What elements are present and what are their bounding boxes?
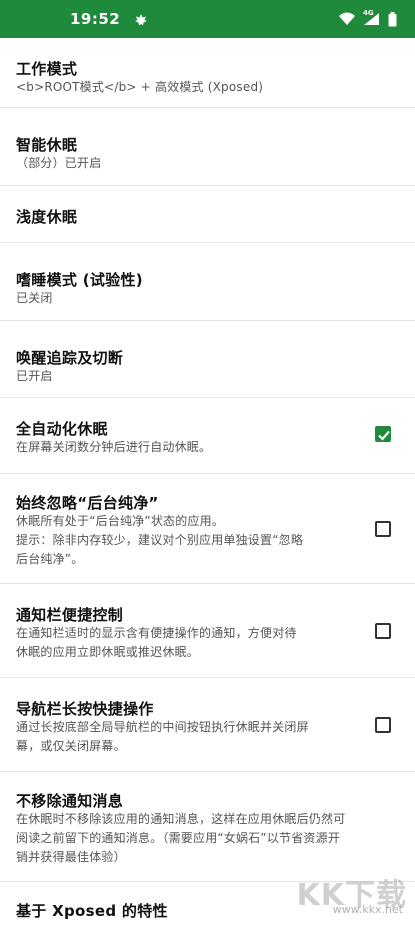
- setting-title: 智能休眠: [16, 136, 78, 154]
- setting-title: 通知栏便捷控制: [16, 606, 124, 624]
- setting-summary-line: 在通知栏适时的显示含有便捷操作的通知，方便对待: [16, 626, 297, 640]
- setting-title: 基于 Xposed 的特性: [16, 902, 168, 920]
- network-type-label: 4G: [363, 9, 374, 17]
- setting-summary: 已开启: [16, 369, 53, 383]
- setting-summary-line: 阅读之前留下的通知消息。（需要应用“女娲石”以节省资源开: [16, 831, 341, 845]
- setting-title: 浅度休眠: [16, 208, 78, 226]
- battery-icon: [388, 11, 397, 27]
- setting-title: 导航栏长按快捷操作: [16, 700, 154, 718]
- setting-summary: 已关闭: [16, 291, 53, 305]
- setting-light-hibernation[interactable]: 浅度休眠: [0, 186, 415, 243]
- setting-navbar-long-press[interactable]: 导航栏长按快捷操作 通过长按底部全局导航栏的中间按钮执行休眠并关闭屏 幕，或仅关…: [0, 678, 415, 772]
- setting-summary-line: 后台纯净”。: [16, 552, 84, 566]
- setting-summary-line: 幕，或仅关闭屏幕。: [16, 739, 126, 753]
- notification-quick-control-checkbox[interactable]: [375, 623, 391, 639]
- cellular-signal-icon: 4G: [362, 9, 382, 26]
- setting-summary-line: 提示：除非内存较少，建议对个别应用单独设置“忽略: [16, 533, 304, 547]
- setting-wakeup-tracking[interactable]: 唤醒追踪及切断 已开启: [0, 321, 415, 398]
- setting-ignore-background-clean[interactable]: 始终忽略“后台纯净” 休眠所有处于“后台纯净”状态的应用。 提示：除非内存较少，…: [0, 474, 415, 584]
- setting-summary: （部分）已开启: [16, 156, 102, 170]
- setting-summary: <b>ROOT模式</b> + 高效模式 (Xposed): [16, 80, 264, 94]
- setting-title: 嗜睡模式 (试验性): [16, 271, 143, 289]
- setting-summary-line: 休眠的应用立即休眠或推迟休眠。: [16, 645, 200, 659]
- settings-list: 工作模式 <b>ROOT模式</b> + 高效模式 (Xposed) 智能休眠 …: [0, 38, 415, 930]
- setting-title: 工作模式: [16, 60, 78, 78]
- checkmark-icon: [378, 430, 390, 441]
- setting-summary-line: 在休眠时不移除该应用的通知消息，这样在应用休眠后仍然可: [16, 812, 346, 826]
- notification-leaf-icon: [134, 12, 148, 26]
- watermark-url: www.kkx.net: [332, 903, 403, 916]
- setting-auto-hibernation[interactable]: 全自动化休眠 在屏幕关闭数分钟后进行自动休眠。: [0, 398, 415, 474]
- setting-title: 始终忽略“后台纯净”: [16, 494, 159, 512]
- setting-title: 不移除通知消息: [16, 792, 124, 810]
- status-icons: 4G: [338, 0, 397, 38]
- status-time: 19:52: [70, 10, 121, 28]
- setting-keep-notifications[interactable]: 不移除通知消息 在休眠时不移除该应用的通知消息，这样在应用休眠后仍然可 阅读之前…: [0, 772, 415, 882]
- setting-summary-line: 通过长按底部全局导航栏的中间按钮执行休眠并关闭屏: [16, 720, 309, 734]
- setting-work-mode[interactable]: 工作模式 <b>ROOT模式</b> + 高效模式 (Xposed): [0, 38, 415, 108]
- setting-smart-hibernation[interactable]: 智能休眠 （部分）已开启: [0, 108, 415, 186]
- setting-sleepy-mode[interactable]: 嗜睡模式 (试验性) 已关闭: [0, 243, 415, 321]
- status-bar: 19:52 4G: [0, 0, 415, 38]
- setting-title: 全自动化休眠: [16, 420, 108, 438]
- setting-summary: 在屏幕关闭数分钟后进行自动休眠。: [16, 440, 212, 454]
- setting-summary-line: 销并获得最佳体验）: [16, 850, 126, 864]
- setting-title: 唤醒追踪及切断: [16, 349, 124, 367]
- wifi-icon: [338, 12, 356, 26]
- navbar-long-press-checkbox[interactable]: [375, 717, 391, 733]
- auto-hibernation-checkbox[interactable]: [375, 426, 391, 442]
- setting-summary-line: 休眠所有处于“后台纯净”状态的应用。: [16, 514, 225, 528]
- ignore-background-clean-checkbox[interactable]: [375, 521, 391, 537]
- setting-notification-quick-control[interactable]: 通知栏便捷控制 在通知栏适时的显示含有便捷操作的通知，方便对待 休眠的应用立即休…: [0, 584, 415, 678]
- site-watermark: KK下载 www.kkx.net: [282, 870, 407, 916]
